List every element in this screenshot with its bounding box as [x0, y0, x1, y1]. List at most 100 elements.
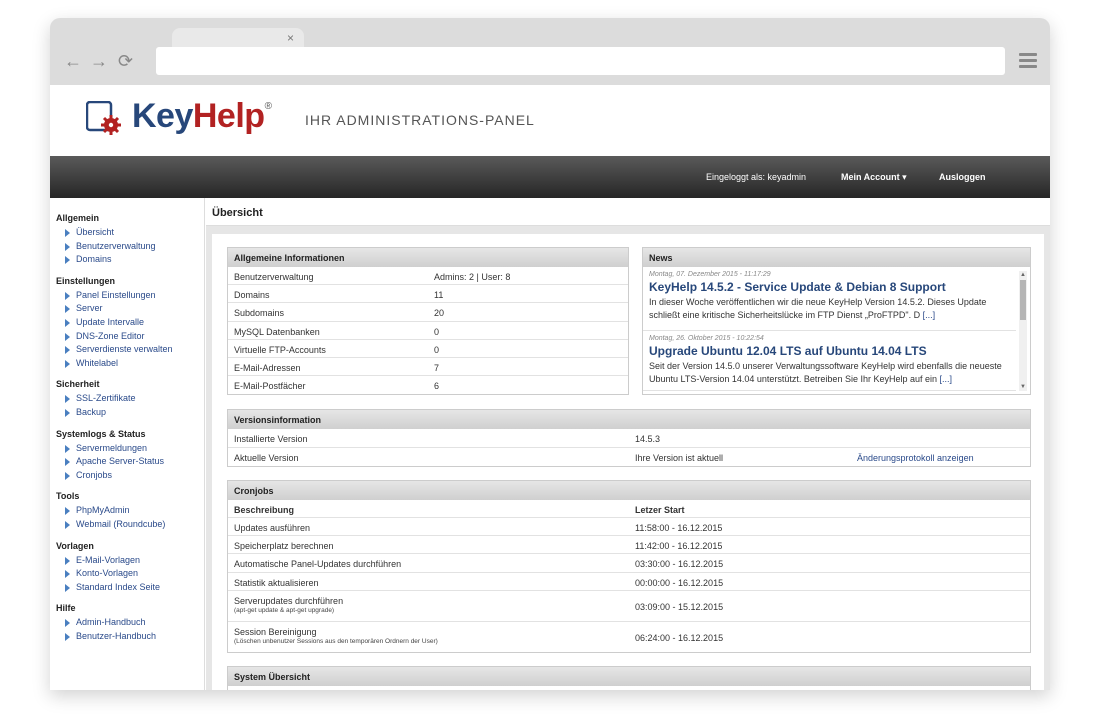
news-date: Montag, 07. Dezember 2015 - 11:17:29 — [649, 271, 771, 278]
read-more-link[interactable]: [...] — [923, 310, 936, 320]
sidebar-item[interactable]: E-Mail-Vorlagen — [50, 554, 204, 568]
sidebar-group: Sicherheit SSL-Zertifikate Backup — [50, 379, 204, 419]
reload-icon[interactable]: ⟳ — [118, 51, 133, 71]
sidebar-item[interactable]: Konto-Vorlagen — [50, 567, 204, 581]
info-row: Benutzerverwaltung Admins: 2 | User: 8 — [228, 267, 628, 286]
installed-version-label: Installierte Version — [234, 434, 308, 444]
cron-last-start: 00:00:00 - 16.12.2015 — [635, 577, 724, 588]
sidebar-group: Tools PhpMyAdmin Webmail (Roundcube) — [50, 491, 204, 531]
info-value: 11 — [434, 290, 444, 301]
cron-sub-description: (apt-get update & apt-get upgrade) — [234, 606, 335, 614]
cron-sub-description: (Löschen unbenutzer Sessions aus den tem… — [234, 637, 438, 645]
back-icon[interactable]: ← — [64, 51, 82, 71]
sidebar-group-title: Tools — [56, 491, 80, 502]
news-headline-link[interactable]: Upgrade Ubuntu 12.04 LTS auf Ubuntu 14.0… — [649, 344, 1010, 358]
sidebar-group: Einstellungen Panel Einstellungen Server Up… — [50, 276, 204, 371]
info-label: Subdomains — [234, 308, 285, 319]
news-item: Montag, 07. Dezember 2015 - 11:17:29 KeyH… — [643, 267, 1016, 331]
info-row: Subdomains 20 — [228, 303, 628, 322]
sidebar-item[interactable]: Benutzer-Handbuch — [50, 630, 204, 644]
sidebar-item[interactable]: Apache Server-Status — [50, 455, 204, 469]
cron-last-start: 03:30:00 - 16.12.2015 — [635, 559, 724, 570]
scroll-up-icon[interactable]: ▲ — [1019, 271, 1027, 279]
news-headline-link[interactable]: KeyHelp 14.5.2 - Service Update & Debian… — [649, 280, 1010, 294]
sidebar-item[interactable]: Übersicht — [50, 226, 204, 240]
close-icon[interactable]: × — [287, 30, 294, 46]
sidebar-group: Allgemein Übersicht Benutzerverwaltung Doma… — [50, 213, 204, 267]
info-value: 0 — [434, 326, 440, 337]
scroll-down-icon[interactable]: ▼ — [1019, 383, 1027, 391]
col-last-start: Letzer Start — [635, 505, 685, 515]
sidebar-item[interactable]: Serverdienste verwalten — [50, 343, 204, 357]
scrollbar-thumb[interactable] — [1020, 280, 1026, 320]
table-row: Speicherplatz berechnen 11:42:00 - 16.12.… — [228, 536, 1030, 555]
version-row-installed: Installierte Version 14.5.3 — [228, 429, 1030, 448]
cron-description: Updates ausführen — [234, 523, 311, 533]
info-value: 20 — [434, 308, 445, 319]
sidebar-item[interactable]: Admin-Handbuch — [50, 616, 204, 630]
info-value: Admins: 2 | User: 8 — [434, 272, 511, 282]
sidebar-item[interactable]: DNS-Zone Editor — [50, 330, 204, 344]
sidebar-group-title: Vorlagen — [56, 540, 94, 551]
sidebar-item[interactable]: Server — [50, 302, 204, 316]
cron-description: Session Bereinigung — [234, 626, 317, 637]
table-row: Statistik aktualisieren 00:00:00 - 16.12.… — [228, 573, 1030, 591]
sidebar-item[interactable]: Panel Einstellungen — [50, 289, 204, 303]
forward-icon[interactable]: → — [90, 51, 108, 71]
brand-tagline: IHR ADMINISTRATIONS-PANEL — [305, 112, 535, 128]
info-row: E-Mail-Adressen 7 — [228, 358, 628, 377]
menu-icon[interactable] — [1019, 53, 1037, 69]
info-label: E-Mail-Postfächer — [234, 381, 306, 392]
sidebar-item[interactable]: Servermeldungen — [50, 442, 204, 456]
cron-description: Statistik aktualisieren — [234, 577, 319, 588]
info-row: MySQL Datenbanken 0 — [228, 322, 628, 340]
logout-link[interactable]: Ausloggen — [939, 172, 986, 182]
news-scrollbar[interactable]: ▲ ▼ — [1019, 271, 1027, 391]
sidebar-item[interactable]: Webmail (Roundcube) — [50, 518, 204, 532]
cron-description: Speicherplatz berechnen — [234, 541, 334, 552]
cronjobs-header-row: Beschreibung Letzer Start — [228, 500, 1030, 518]
sidebar-group-title: Systemlogs & Status — [56, 428, 146, 439]
sidebar-item[interactable]: Standard Index Seite — [50, 581, 204, 595]
header: KeyHelp® IHR ADMINISTRATIONS-PANEL — [50, 85, 1050, 156]
sidebar-item[interactable]: Whitelabel — [50, 357, 204, 371]
current-version-label: Aktuelle Version — [234, 453, 299, 463]
browser-tab[interactable]: × — [172, 28, 304, 48]
sidebar-group: Hilfe Admin-Handbuch Benutzer-Handbuch — [50, 603, 204, 643]
general-info-box: Allgemeine Informationen Benutzerverwalt… — [227, 247, 629, 395]
info-value: 7 — [434, 362, 440, 373]
sidebar-item[interactable]: Benutzerverwaltung — [50, 240, 204, 254]
news-text: In dieser Woche veröffentlichen wir die … — [649, 296, 1010, 321]
dashboard-panel: Allgemeine Informationen Benutzerverwalt… — [212, 234, 1044, 690]
top-navigation: Eingeloggt als: keyadmin Mein Account ▾ … — [50, 156, 1050, 198]
read-more-link[interactable]: [...] — [940, 374, 953, 384]
sidebar-group: Systemlogs & Status Servermeldungen Apache… — [50, 429, 204, 483]
sidebar-group-title: Sicherheit — [56, 379, 100, 390]
sidebar-item[interactable]: Cronjobs — [50, 469, 204, 483]
info-label: MySQL Datenbanken — [234, 326, 320, 337]
cron-last-start: 06:24:00 - 16.12.2015 — [635, 632, 724, 643]
news-date: Montag, 26. Oktober 2015 - 10:22:54 — [649, 335, 764, 342]
address-bar[interactable] — [156, 47, 1005, 75]
cronjobs-title: Cronjobs — [228, 481, 1030, 500]
sidebar-group-title: Einstellungen — [56, 275, 116, 286]
system-overview-box: System Übersicht — [227, 666, 1031, 690]
info-row: Virtuelle FTP-Accounts 0 — [228, 340, 628, 358]
sidebar-item[interactable]: PhpMyAdmin — [50, 504, 204, 518]
keyhelp-logo-icon — [86, 101, 121, 135]
table-row: Automatische Panel-Updates durchführen 03… — [228, 554, 1030, 573]
sidebar-item[interactable]: Domains — [50, 253, 204, 267]
table-row: Session Bereinigung (Löschen unbenutzer S… — [228, 622, 1030, 653]
sidebar-item[interactable]: Update Intervalle — [50, 316, 204, 330]
my-account-menu[interactable]: Mein Account ▾ — [841, 172, 907, 183]
cron-last-start: 03:09:00 - 15.12.2015 — [635, 601, 724, 612]
cron-last-start: 11:58:00 - 16.12.2015 — [635, 523, 723, 533]
news-text: Seit der Version 14.5.0 unserer Verwaltu… — [649, 360, 1010, 385]
sidebar-item[interactable]: Backup — [50, 406, 204, 420]
info-row: E-Mail-Postfächer 6 — [228, 376, 628, 394]
sidebar-group-title: Allgemein — [56, 213, 100, 223]
changelog-link[interactable]: Änderungsprotokoll anzeigen — [857, 453, 974, 463]
sidebar-item[interactable]: SSL-Zertifikate — [50, 392, 204, 406]
news-item: Montag, 26. Oktober 2015 - 10:22:54 Upgra… — [643, 331, 1016, 391]
info-label: Benutzerverwaltung — [234, 272, 314, 282]
